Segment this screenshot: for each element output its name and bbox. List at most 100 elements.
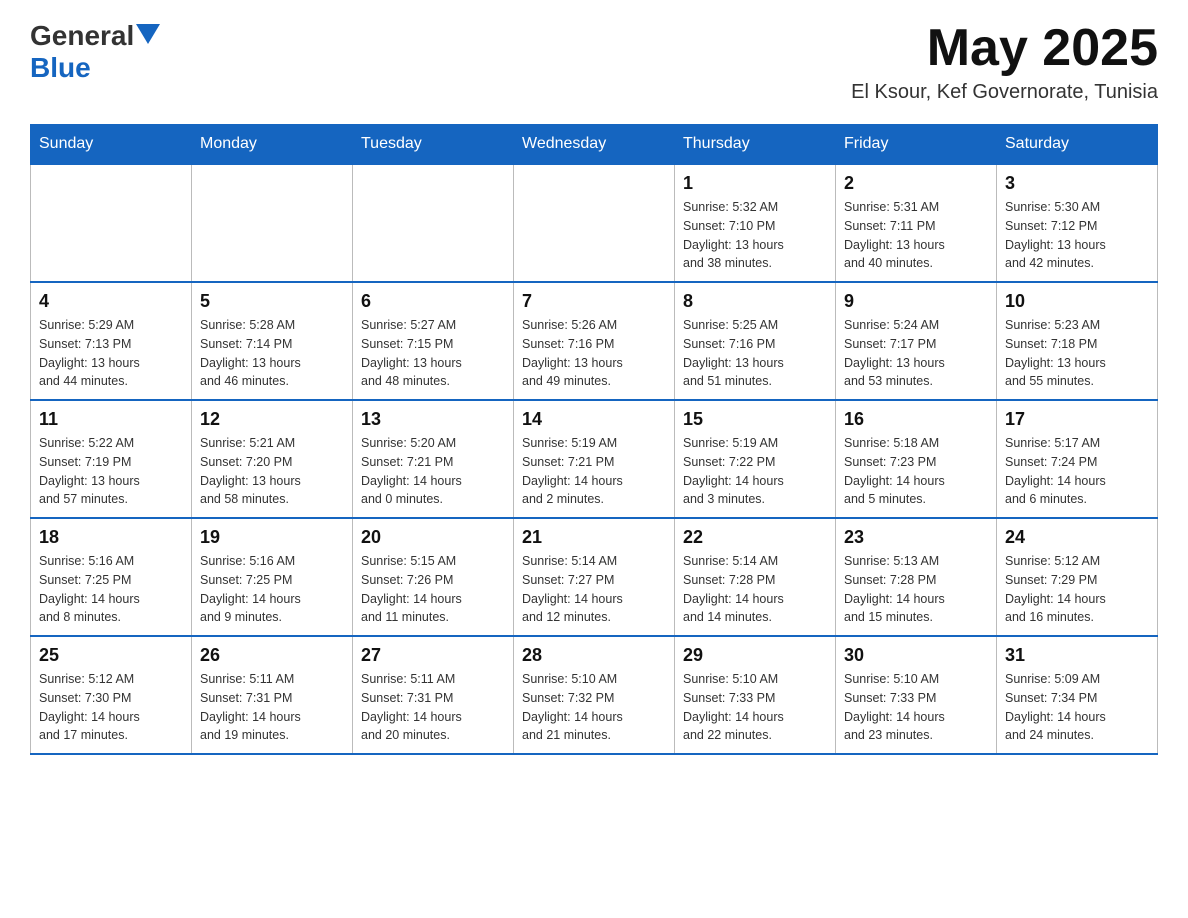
day-number: 15 xyxy=(683,409,827,430)
day-info: Sunrise: 5:32 AM Sunset: 7:10 PM Dayligh… xyxy=(683,198,827,273)
day-number: 12 xyxy=(200,409,344,430)
day-number: 16 xyxy=(844,409,988,430)
day-info: Sunrise: 5:19 AM Sunset: 7:21 PM Dayligh… xyxy=(522,434,666,509)
calendar-cell: 18 Sunrise: 5:16 AM Sunset: 7:25 PM Dayli… xyxy=(31,518,192,636)
day-number: 7 xyxy=(522,291,666,312)
calendar-cell: 1 Sunrise: 5:32 AM Sunset: 7:10 PM Daylig… xyxy=(675,164,836,282)
day-info: Sunrise: 5:09 AM Sunset: 7:34 PM Dayligh… xyxy=(1005,670,1149,745)
day-number: 29 xyxy=(683,645,827,666)
calendar-cell: 30Sunrise: 5:10 AM Sunset: 7:33 PM Dayli… xyxy=(836,636,997,754)
day-number: 17 xyxy=(1005,409,1149,430)
day-number: 30 xyxy=(844,645,988,666)
day-info: Sunrise: 5:12 AM Sunset: 7:29 PM Dayligh… xyxy=(1005,552,1149,627)
logo-blue-text: Blue xyxy=(30,52,91,84)
day-info: Sunrise: 5:22 AM Sunset: 7:19 PM Dayligh… xyxy=(39,434,183,509)
calendar-week-row: 25 Sunrise: 5:12 AM Sunset: 7:30 PM Dayli… xyxy=(31,636,1158,754)
day-info: Sunrise: 5:25 AM Sunset: 7:16 PM Dayligh… xyxy=(683,316,827,391)
day-number: 22 xyxy=(683,527,827,548)
page-header: General Blue May 2025 El Ksour, Kef Gove… xyxy=(30,20,1158,104)
calendar-cell: 26Sunrise: 5:11 AM Sunset: 7:31 PM Dayli… xyxy=(192,636,353,754)
day-info: Sunrise: 5:31 AM Sunset: 7:11 PM Dayligh… xyxy=(844,198,988,273)
day-number: 6 xyxy=(361,291,505,312)
calendar-cell: 13 Sunrise: 5:20 AM Sunset: 7:21 PM Dayli… xyxy=(353,400,514,518)
day-number: 13 xyxy=(361,409,505,430)
day-number: 2 xyxy=(844,173,988,194)
day-info: Sunrise: 5:21 AM Sunset: 7:20 PM Dayligh… xyxy=(200,434,344,509)
day-number: 10 xyxy=(1005,291,1149,312)
calendar-cell: 20 Sunrise: 5:15 AM Sunset: 7:26 PM Dayli… xyxy=(353,518,514,636)
day-number: 27 xyxy=(361,645,505,666)
calendar-header-row: SundayMondayTuesdayWednesdayThursdayFrid… xyxy=(31,125,1158,165)
day-info: Sunrise: 5:18 AM Sunset: 7:23 PM Dayligh… xyxy=(844,434,988,509)
day-info: Sunrise: 5:16 AM Sunset: 7:25 PM Dayligh… xyxy=(39,552,183,627)
day-info: Sunrise: 5:24 AM Sunset: 7:17 PM Dayligh… xyxy=(844,316,988,391)
day-info: Sunrise: 5:23 AM Sunset: 7:18 PM Dayligh… xyxy=(1005,316,1149,391)
day-info: Sunrise: 5:20 AM Sunset: 7:21 PM Dayligh… xyxy=(361,434,505,509)
calendar-cell: 3Sunrise: 5:30 AM Sunset: 7:12 PM Daylig… xyxy=(997,164,1158,282)
day-number: 20 xyxy=(361,527,505,548)
calendar-cell xyxy=(514,164,675,282)
calendar-cell: 9 Sunrise: 5:24 AM Sunset: 7:17 PM Daylig… xyxy=(836,282,997,400)
day-number: 11 xyxy=(39,409,183,430)
day-of-week-header: Wednesday xyxy=(514,125,675,165)
day-info: Sunrise: 5:10 AM Sunset: 7:32 PM Dayligh… xyxy=(522,670,666,745)
day-info: Sunrise: 5:13 AM Sunset: 7:28 PM Dayligh… xyxy=(844,552,988,627)
day-info: Sunrise: 5:29 AM Sunset: 7:13 PM Dayligh… xyxy=(39,316,183,391)
calendar-week-row: 18 Sunrise: 5:16 AM Sunset: 7:25 PM Dayli… xyxy=(31,518,1158,636)
calendar-cell: 7 Sunrise: 5:26 AM Sunset: 7:16 PM Daylig… xyxy=(514,282,675,400)
day-number: 24 xyxy=(1005,527,1149,548)
calendar-cell xyxy=(353,164,514,282)
day-number: 9 xyxy=(844,291,988,312)
day-info: Sunrise: 5:19 AM Sunset: 7:22 PM Dayligh… xyxy=(683,434,827,509)
day-number: 21 xyxy=(522,527,666,548)
calendar-week-row: 1 Sunrise: 5:32 AM Sunset: 7:10 PM Daylig… xyxy=(31,164,1158,282)
day-number: 28 xyxy=(522,645,666,666)
day-number: 8 xyxy=(683,291,827,312)
calendar-cell: 5Sunrise: 5:28 AM Sunset: 7:14 PM Daylig… xyxy=(192,282,353,400)
day-info: Sunrise: 5:26 AM Sunset: 7:16 PM Dayligh… xyxy=(522,316,666,391)
day-info: Sunrise: 5:28 AM Sunset: 7:14 PM Dayligh… xyxy=(200,316,344,391)
calendar-cell: 8 Sunrise: 5:25 AM Sunset: 7:16 PM Daylig… xyxy=(675,282,836,400)
day-info: Sunrise: 5:27 AM Sunset: 7:15 PM Dayligh… xyxy=(361,316,505,391)
calendar-cell: 24 Sunrise: 5:12 AM Sunset: 7:29 PM Dayli… xyxy=(997,518,1158,636)
day-info: Sunrise: 5:11 AM Sunset: 7:31 PM Dayligh… xyxy=(361,670,505,745)
calendar-cell: 2 Sunrise: 5:31 AM Sunset: 7:11 PM Daylig… xyxy=(836,164,997,282)
calendar-cell xyxy=(31,164,192,282)
calendar-week-row: 4Sunrise: 5:29 AM Sunset: 7:13 PM Daylig… xyxy=(31,282,1158,400)
day-number: 25 xyxy=(39,645,183,666)
calendar-cell: 11 Sunrise: 5:22 AM Sunset: 7:19 PM Dayli… xyxy=(31,400,192,518)
calendar-cell: 31Sunrise: 5:09 AM Sunset: 7:34 PM Dayli… xyxy=(997,636,1158,754)
day-info: Sunrise: 5:17 AM Sunset: 7:24 PM Dayligh… xyxy=(1005,434,1149,509)
calendar-table: SundayMondayTuesdayWednesdayThursdayFrid… xyxy=(30,124,1158,755)
day-of-week-header: Tuesday xyxy=(353,125,514,165)
logo-general-text: General xyxy=(30,20,134,52)
calendar-cell: 29 Sunrise: 5:10 AM Sunset: 7:33 PM Dayli… xyxy=(675,636,836,754)
logo-triangle-icon xyxy=(136,24,160,44)
calendar-cell: 25 Sunrise: 5:12 AM Sunset: 7:30 PM Dayli… xyxy=(31,636,192,754)
day-number: 18 xyxy=(39,527,183,548)
calendar-cell: 15 Sunrise: 5:19 AM Sunset: 7:22 PM Dayli… xyxy=(675,400,836,518)
calendar-cell: 14 Sunrise: 5:19 AM Sunset: 7:21 PM Dayli… xyxy=(514,400,675,518)
calendar-week-row: 11 Sunrise: 5:22 AM Sunset: 7:19 PM Dayli… xyxy=(31,400,1158,518)
day-of-week-header: Thursday xyxy=(675,125,836,165)
calendar-cell: 4Sunrise: 5:29 AM Sunset: 7:13 PM Daylig… xyxy=(31,282,192,400)
day-info: Sunrise: 5:10 AM Sunset: 7:33 PM Dayligh… xyxy=(683,670,827,745)
calendar-cell: 21Sunrise: 5:14 AM Sunset: 7:27 PM Dayli… xyxy=(514,518,675,636)
logo: General Blue xyxy=(30,20,160,84)
day-number: 14 xyxy=(522,409,666,430)
day-info: Sunrise: 5:12 AM Sunset: 7:30 PM Dayligh… xyxy=(39,670,183,745)
day-number: 1 xyxy=(683,173,827,194)
day-info: Sunrise: 5:15 AM Sunset: 7:26 PM Dayligh… xyxy=(361,552,505,627)
calendar-cell: 27 Sunrise: 5:11 AM Sunset: 7:31 PM Dayli… xyxy=(353,636,514,754)
calendar-cell: 12 Sunrise: 5:21 AM Sunset: 7:20 PM Dayli… xyxy=(192,400,353,518)
day-info: Sunrise: 5:11 AM Sunset: 7:31 PM Dayligh… xyxy=(200,670,344,745)
calendar-location: El Ksour, Kef Governorate, Tunisia xyxy=(851,81,1158,104)
day-info: Sunrise: 5:30 AM Sunset: 7:12 PM Dayligh… xyxy=(1005,198,1149,273)
calendar-cell: 22 Sunrise: 5:14 AM Sunset: 7:28 PM Dayli… xyxy=(675,518,836,636)
calendar-cell: 6 Sunrise: 5:27 AM Sunset: 7:15 PM Daylig… xyxy=(353,282,514,400)
calendar-cell: 23 Sunrise: 5:13 AM Sunset: 7:28 PM Dayli… xyxy=(836,518,997,636)
calendar-cell: 28 Sunrise: 5:10 AM Sunset: 7:32 PM Dayli… xyxy=(514,636,675,754)
day-info: Sunrise: 5:14 AM Sunset: 7:28 PM Dayligh… xyxy=(683,552,827,627)
day-number: 23 xyxy=(844,527,988,548)
title-block: May 2025 El Ksour, Kef Governorate, Tuni… xyxy=(851,20,1158,104)
